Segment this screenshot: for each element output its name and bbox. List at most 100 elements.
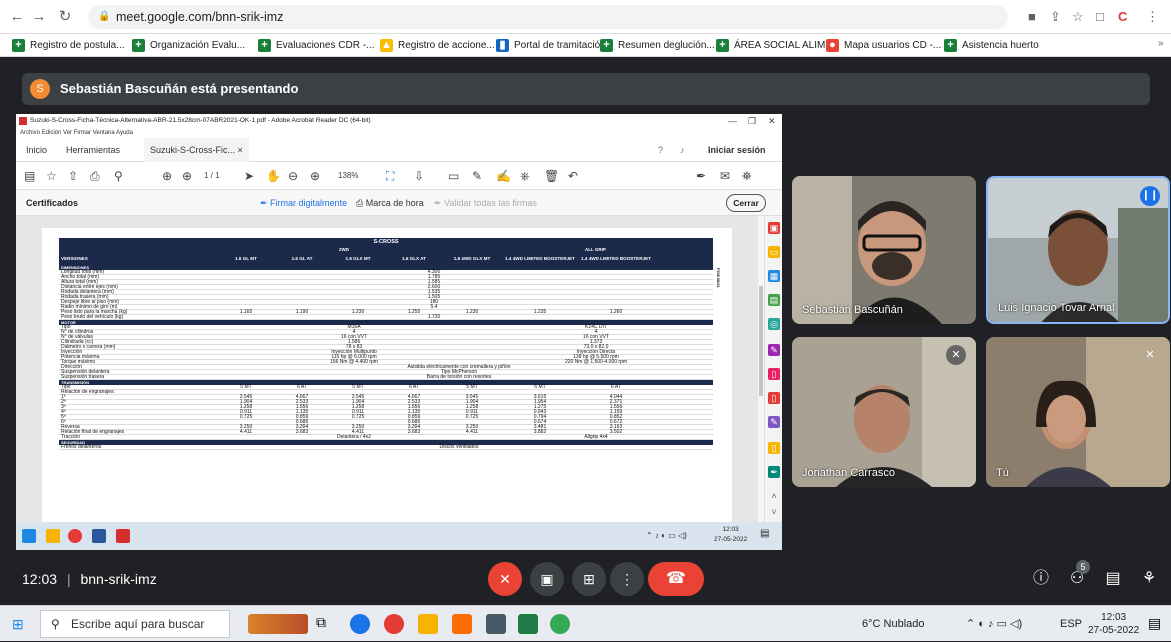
- close-certificates-button[interactable]: Cerrar: [726, 194, 766, 212]
- collapse-down-icon[interactable]: ˅: [768, 506, 780, 518]
- reload-icon[interactable]: ↻: [56, 8, 74, 26]
- bookmark-item[interactable]: ▮ Portal de tramitació...: [496, 38, 608, 53]
- compress-icon[interactable]: ◎: [768, 318, 780, 330]
- share-doc-icon[interactable]: ⛯: [742, 168, 752, 184]
- camera-toggle-button[interactable]: ▣: [530, 562, 564, 596]
- combine-icon[interactable]: ▦: [768, 270, 780, 282]
- more-options-button[interactable]: ⋮: [610, 562, 644, 596]
- zoom-out-icon[interactable]: ⊖: [288, 168, 298, 184]
- folder-icon[interactable]: [46, 529, 60, 543]
- stamp-icon[interactable]: ⎈: [520, 168, 530, 184]
- office-icon[interactable]: [452, 614, 472, 634]
- chrome-icon[interactable]: [550, 614, 570, 634]
- info-icon[interactable]: ⓘ: [1024, 562, 1058, 596]
- validate-signatures-button[interactable]: ✒ Validar todas las firmas: [434, 190, 537, 216]
- participant-tile-active[interactable]: ❙❙ Luis Ignacio Tovar Arnal: [986, 176, 1170, 324]
- sign-tool-icon[interactable]: ✎: [768, 416, 780, 428]
- bookmark-item[interactable]: + Organización Evalu...: [132, 38, 245, 53]
- bookmark-icon[interactable]: ☆: [46, 168, 57, 184]
- address-bar[interactable]: 🔒 meet.google.com/bnn-srik-imz: [88, 5, 1008, 29]
- activities-icon[interactable]: ⚘: [1132, 562, 1166, 596]
- zoom-in-icon[interactable]: ⊕: [310, 168, 320, 184]
- shared-screen[interactable]: Suzuki-S-Cross-Ficha-Técnica-Alternativa…: [16, 114, 782, 550]
- page-up-icon[interactable]: ⊕: [162, 168, 172, 184]
- bookmark-item[interactable]: + Resumen deglución...: [600, 38, 715, 53]
- edit-pdf-icon[interactable]: ▯: [768, 392, 780, 404]
- organize-icon[interactable]: ▤: [768, 294, 780, 306]
- chrome-icon[interactable]: [68, 529, 82, 543]
- tab-document[interactable]: Suzuki-S-Cross-Fic... ×: [144, 138, 249, 162]
- highlight-icon[interactable]: ✍: [496, 168, 511, 184]
- notification-icon[interactable]: ▤: [760, 528, 769, 539]
- window-icon[interactable]: □: [1096, 8, 1104, 26]
- tab-herramientas[interactable]: Herramientas: [66, 138, 120, 162]
- forward-icon[interactable]: →: [30, 8, 48, 26]
- language-indicator[interactable]: ESP: [1060, 606, 1082, 642]
- share-icon[interactable]: ⇪: [1050, 8, 1061, 26]
- fill-sign-icon[interactable]: ✎: [768, 344, 780, 356]
- present-button[interactable]: ⊞: [572, 562, 606, 596]
- leave-call-button[interactable]: ☎: [648, 562, 704, 596]
- taskview-icon[interactable]: ⧉: [316, 614, 326, 631]
- extension-icon[interactable]: C: [1118, 8, 1127, 26]
- clock[interactable]: 12:03 27-05-2022: [1088, 611, 1139, 637]
- page-indicator[interactable]: 1 / 1: [204, 168, 220, 184]
- bookmark-item[interactable]: + Evaluaciones CDR -...: [258, 38, 374, 53]
- zoom-select[interactable]: 138%: [338, 168, 358, 184]
- comment-tool-icon[interactable]: ▭: [768, 246, 780, 258]
- store-icon[interactable]: [486, 614, 506, 634]
- tray-icons[interactable]: ⌃ ◐ ♪ ▭ ◁): [966, 606, 1022, 642]
- cursor-icon[interactable]: ➤: [244, 168, 254, 184]
- more-bookmarks-icon[interactable]: »: [1158, 38, 1164, 49]
- sign-icon[interactable]: ✒: [696, 168, 706, 184]
- news-widget-icon[interactable]: [248, 614, 308, 634]
- fit-icon[interactable]: ⛶: [386, 168, 394, 184]
- start-icon[interactable]: ⊞: [12, 616, 24, 633]
- star-icon[interactable]: ☆: [1072, 8, 1084, 26]
- help-icon[interactable]: ?: [658, 138, 663, 162]
- page-down-icon[interactable]: ⊕: [182, 168, 192, 184]
- mail-icon[interactable]: ✉: [720, 168, 730, 184]
- scrollbar-thumb[interactable]: [759, 286, 763, 396]
- folder-icon[interactable]: [418, 614, 438, 634]
- create-pdf-icon[interactable]: ▯: [768, 368, 780, 380]
- search-icon[interactable]: ⚲: [114, 168, 123, 184]
- minimize-icon[interactable]: —: [728, 114, 737, 128]
- timestamp-button[interactable]: ⎙ Marca de hora: [356, 190, 424, 216]
- camera-icon[interactable]: ■: [1028, 8, 1036, 26]
- upload-icon[interactable]: ⇧: [68, 168, 78, 184]
- hand-icon[interactable]: ✋: [266, 168, 281, 184]
- pen-icon[interactable]: ✎: [472, 168, 482, 184]
- mic-toggle-button[interactable]: ✕: [488, 562, 522, 596]
- save-icon[interactable]: ▤: [24, 168, 35, 184]
- participant-tile[interactable]: Sebastián Bascuñán: [792, 176, 976, 324]
- bookmark-item[interactable]: + ÁREA SOCIAL ALIM...: [716, 38, 834, 53]
- pdf-viewport[interactable]: S-CROSS 2WD ALL GRIP VERSIONES 1.6 GL MT 1…: [16, 216, 764, 528]
- chrome-icon[interactable]: [384, 614, 404, 634]
- protect-icon[interactable]: ▯: [768, 442, 780, 454]
- participant-tile[interactable]: ✕ Jonathan Carrasco: [792, 337, 976, 487]
- sign-digitally-button[interactable]: ✒ Firmar digitalmente: [260, 190, 347, 216]
- search-input[interactable]: ⚲ Escribe aquí para buscar: [40, 610, 230, 638]
- tab-inicio[interactable]: Inicio: [26, 138, 47, 162]
- acrobat-icon[interactable]: [116, 529, 130, 543]
- print-icon[interactable]: ⎙: [90, 168, 100, 184]
- collapse-up-icon[interactable]: ˄: [768, 490, 780, 502]
- chat-icon[interactable]: ▤: [1096, 562, 1130, 596]
- certificates-tool-icon[interactable]: ✒: [768, 466, 780, 478]
- windows-icon[interactable]: [22, 529, 36, 543]
- undo-icon[interactable]: ↶: [568, 168, 578, 184]
- bookmark-item[interactable]: ▲ Registro de accione...: [380, 38, 495, 53]
- delete-icon[interactable]: 🗑: [544, 168, 559, 184]
- close-icon[interactable]: ✕: [768, 114, 776, 128]
- notification-icon[interactable]: ▤: [1148, 615, 1161, 632]
- restore-icon[interactable]: ❐: [748, 114, 756, 128]
- signin-button[interactable]: Iniciar sesión: [708, 138, 766, 162]
- bookmark-item[interactable]: + Asistencia huerto: [944, 38, 1039, 53]
- excel-icon[interactable]: [518, 614, 538, 634]
- word-icon[interactable]: [92, 529, 106, 543]
- comment-icon[interactable]: ▭: [448, 168, 459, 184]
- chrome-icon[interactable]: [350, 614, 370, 634]
- export-pdf-icon[interactable]: ▣: [768, 222, 780, 234]
- bookmark-item[interactable]: ● Mapa usuarios CD -...: [826, 38, 941, 53]
